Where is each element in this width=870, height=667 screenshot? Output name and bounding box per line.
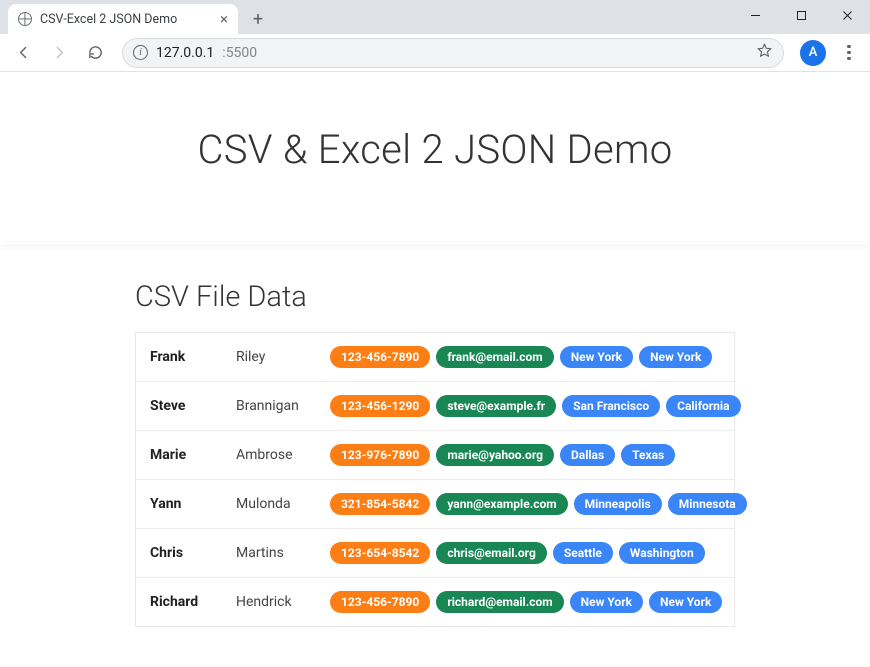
avatar-initial: A (809, 45, 818, 60)
main-content: CSV File Data Frank Riley 123-456-7890 f… (135, 280, 735, 627)
email-pill: chris@email.org (436, 542, 547, 564)
back-button[interactable] (8, 38, 38, 68)
last-name: Brannigan (236, 398, 326, 414)
tab-title: CSV-Excel 2 JSON Demo (40, 12, 212, 27)
last-name: Mulonda (236, 496, 326, 512)
first-name: Steve (150, 398, 232, 414)
table-row: Richard Hendrick 123-456-7890 richard@em… (136, 578, 734, 626)
browser-tab[interactable]: CSV-Excel 2 JSON Demo × (8, 4, 238, 34)
last-name: Ambrose (236, 447, 326, 463)
state-pill: Washington (619, 542, 705, 564)
state-pill: New York (649, 591, 722, 613)
city-pill: New York (570, 591, 643, 613)
phone-pill: 123-976-7890 (330, 444, 430, 466)
first-name: Frank (150, 349, 232, 365)
profile-avatar[interactable]: A (800, 40, 826, 66)
close-window-button[interactable] (824, 0, 870, 30)
first-name: Marie (150, 447, 232, 463)
email-pill: marie@yahoo.org (436, 444, 554, 466)
reload-button[interactable] (80, 38, 110, 68)
site-info-icon[interactable]: i (133, 45, 148, 60)
table-row: Frank Riley 123-456-7890 frank@email.com… (136, 333, 734, 382)
globe-icon (18, 12, 32, 26)
last-name: Riley (236, 349, 326, 365)
email-pill: richard@email.com (436, 591, 563, 613)
state-pill: Minnesota (668, 493, 747, 515)
data-table: Frank Riley 123-456-7890 frank@email.com… (135, 332, 735, 627)
email-pill: steve@example.fr (436, 395, 556, 417)
browser-chrome: CSV-Excel 2 JSON Demo × + i 12 (0, 0, 870, 667)
last-name: Hendrick (236, 594, 326, 610)
bookmark-star-icon[interactable] (756, 42, 773, 63)
state-pill: Texas (621, 444, 675, 466)
first-name: Richard (150, 594, 232, 610)
hero-divider (0, 243, 870, 244)
phone-pill: 123-456-7890 (330, 346, 430, 368)
city-pill: Seattle (553, 542, 613, 564)
new-tab-button[interactable]: + (244, 5, 272, 33)
url-port: :5500 (222, 45, 257, 61)
section-title: CSV File Data (135, 280, 735, 314)
page-content: CSV & Excel 2 JSON Demo CSV File Data Fr… (0, 72, 870, 667)
phone-pill: 123-456-1290 (330, 395, 430, 417)
city-pill: Minneapolis (574, 493, 662, 515)
title-bar: CSV-Excel 2 JSON Demo × + (0, 0, 870, 34)
pill-group: 123-456-7890 frank@email.com New York Ne… (330, 346, 720, 368)
table-row: Marie Ambrose 123-976-7890 marie@yahoo.o… (136, 431, 734, 480)
email-pill: yann@example.com (436, 493, 567, 515)
city-pill: San Francisco (562, 395, 660, 417)
table-row: Steve Brannigan 123-456-1290 steve@examp… (136, 382, 734, 431)
phone-pill: 123-654-8542 (330, 542, 430, 564)
email-pill: frank@email.com (436, 346, 553, 368)
phone-pill: 123-456-7890 (330, 591, 430, 613)
pill-group: 123-456-1290 steve@example.fr San Franci… (330, 395, 741, 417)
browser-toolbar: i 127.0.0.1 :5500 A (0, 34, 870, 72)
state-pill: New York (639, 346, 712, 368)
pill-group: 123-456-7890 richard@email.com New York … (330, 591, 722, 613)
page-title: CSV & Excel 2 JSON Demo (0, 72, 870, 243)
address-bar[interactable]: i 127.0.0.1 :5500 (122, 38, 784, 68)
phone-pill: 321-854-5842 (330, 493, 430, 515)
forward-button[interactable] (44, 38, 74, 68)
city-pill: Dallas (560, 444, 615, 466)
table-row: Chris Martins 123-654-8542 chris@email.o… (136, 529, 734, 578)
minimize-button[interactable] (732, 0, 778, 30)
window-controls (732, 0, 870, 30)
first-name: Chris (150, 545, 232, 561)
table-row: Yann Mulonda 321-854-5842 yann@example.c… (136, 480, 734, 529)
state-pill: California (666, 395, 740, 417)
pill-group: 123-976-7890 marie@yahoo.org Dallas Texa… (330, 444, 720, 466)
last-name: Martins (236, 545, 326, 561)
url-host: 127.0.0.1 (156, 45, 214, 61)
city-pill: New York (560, 346, 633, 368)
pill-group: 123-654-8542 chris@email.org Seattle Was… (330, 542, 720, 564)
close-tab-icon[interactable]: × (220, 12, 228, 27)
browser-menu-icon[interactable] (836, 45, 862, 61)
pill-group: 321-854-5842 yann@example.com Minneapoli… (330, 493, 747, 515)
first-name: Yann (150, 496, 232, 512)
maximize-button[interactable] (778, 0, 824, 30)
